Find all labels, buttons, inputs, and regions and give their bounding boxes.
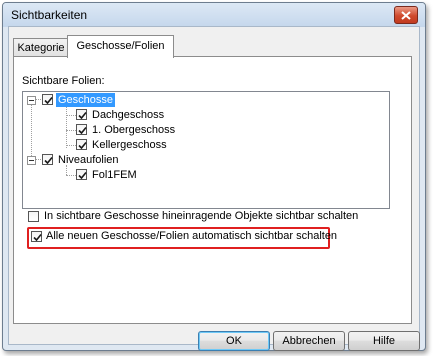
- tree-item-kellergeschoss[interactable]: Kellergeschoss: [23, 138, 383, 152]
- checkmark-icon: [78, 126, 87, 135]
- tab-geschosse-folien[interactable]: Geschosse/Folien: [67, 35, 174, 58]
- tree-checkbox[interactable]: [76, 124, 87, 135]
- tree-checkbox[interactable]: [76, 109, 87, 120]
- checkmark-icon: [78, 171, 87, 180]
- tree-item-dachgeschoss[interactable]: Dachgeschoss: [23, 108, 383, 122]
- tree-checkbox[interactable]: [42, 154, 53, 165]
- tree-item-label: Kellergeschoss: [92, 139, 167, 151]
- collapse-icon[interactable]: [27, 96, 36, 105]
- tree-checkbox[interactable]: [76, 169, 87, 180]
- tree-item-label: Fol1FEM: [92, 169, 137, 181]
- option-checkbox[interactable]: [28, 211, 39, 222]
- layer-tree[interactable]: Geschosse Dachgeschoss 1. Obergeschoss K…: [22, 91, 390, 209]
- tree-item-obergeschoss[interactable]: 1. Obergeschoss: [23, 123, 383, 137]
- tab-kategorie[interactable]: Kategorie: [13, 38, 69, 57]
- tree-item-label: 1. Obergeschoss: [92, 124, 176, 136]
- checkmark-icon: [78, 141, 87, 150]
- tree-item-label: Dachgeschoss: [92, 109, 165, 121]
- tree-item-label: Niveaufolien: [58, 154, 119, 166]
- ok-button[interactable]: OK: [198, 331, 270, 351]
- cancel-button[interactable]: Abbrechen: [273, 331, 345, 351]
- option-label: In sichtbare Geschosse hineinragende Obj…: [44, 210, 359, 222]
- checkmark-icon: [33, 233, 42, 242]
- tree-item-niveaufolien[interactable]: Niveaufolien: [23, 153, 383, 167]
- option-checkbox[interactable]: [31, 231, 42, 242]
- checkmark-icon: [78, 111, 87, 120]
- tree-item-fol1fem[interactable]: Fol1FEM: [23, 168, 383, 182]
- tree-checkbox[interactable]: [76, 139, 87, 150]
- tree-item-geschosse[interactable]: Geschosse: [23, 93, 383, 107]
- checkmark-icon: [44, 96, 53, 105]
- option-label: Alle neuen Geschosse/Folien automatisch …: [46, 230, 338, 242]
- collapse-icon[interactable]: [27, 156, 36, 165]
- visible-layers-label: Sichtbare Folien:: [22, 75, 105, 87]
- help-button[interactable]: Hilfe: [348, 331, 420, 351]
- tree-item-label: Geschosse: [56, 93, 116, 107]
- tree-checkbox[interactable]: [42, 94, 53, 105]
- checkmark-icon: [44, 156, 53, 165]
